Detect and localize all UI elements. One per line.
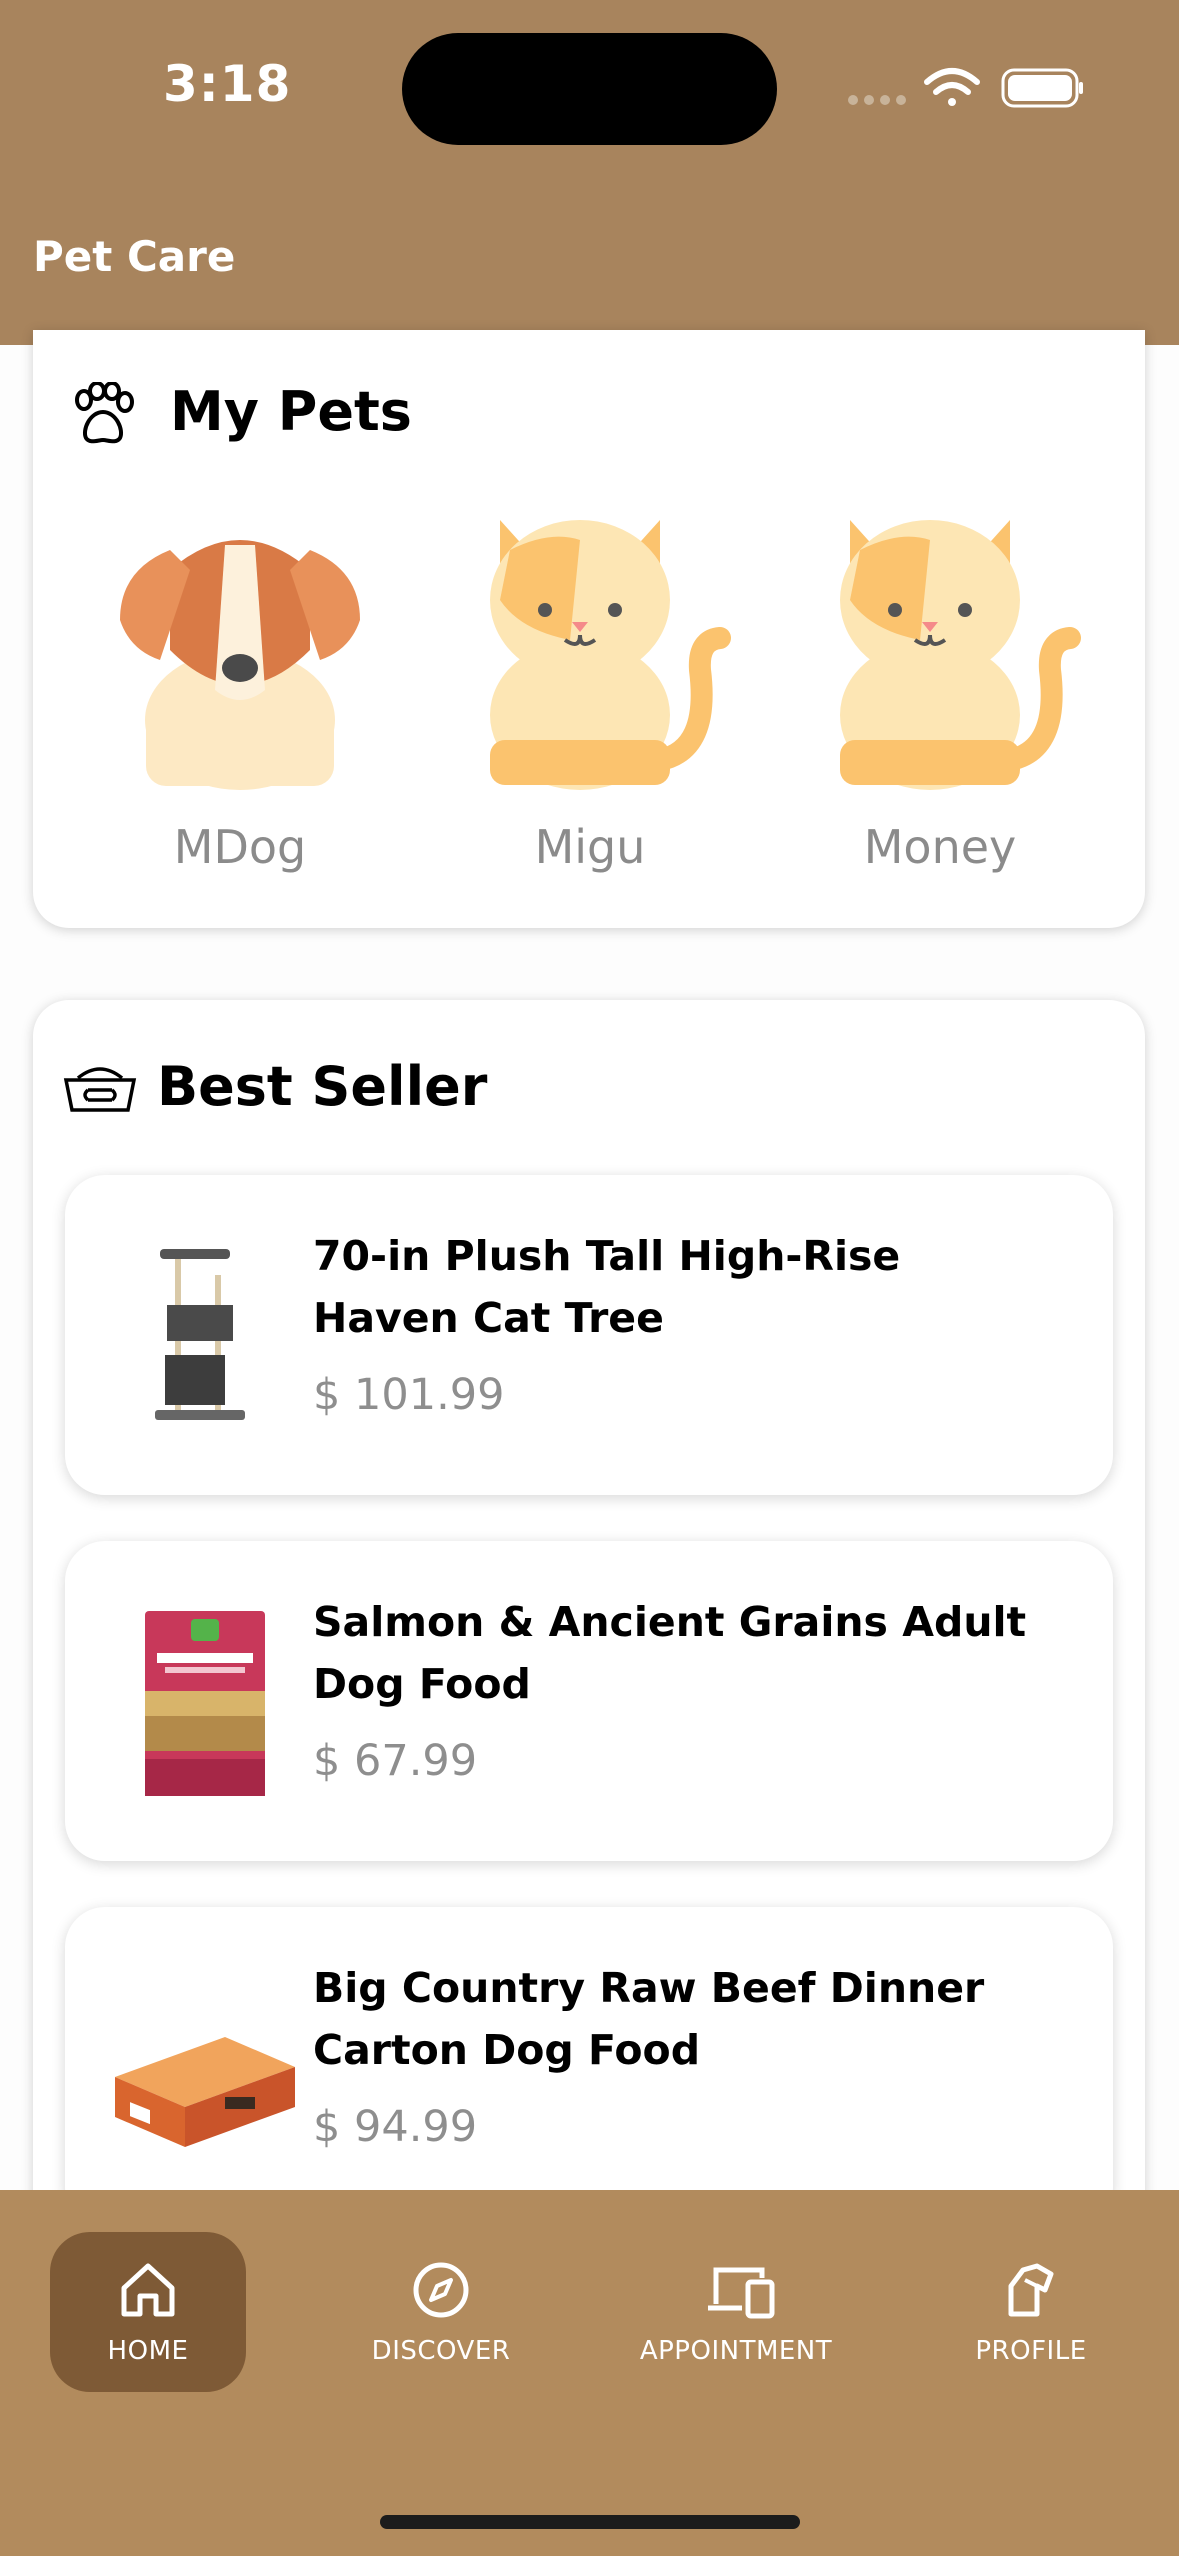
product-card[interactable]: Big Country Raw Beef Dinner Carton Dog F… — [65, 1907, 1113, 2227]
dynamic-island — [402, 33, 777, 145]
home-icon — [121, 2263, 175, 2317]
nav-appointment[interactable]: APPOINTMENT — [638, 2232, 834, 2392]
product-price: $ 101.99 — [313, 1370, 505, 1420]
dog-food-carton-image — [115, 2037, 295, 2147]
wifi-icon — [924, 68, 980, 106]
page-title: Pet Care — [33, 232, 236, 281]
nav-label: PROFILE — [975, 2336, 1087, 2366]
home-indicator — [380, 2515, 800, 2529]
dog-food-bag-image — [145, 1611, 265, 1796]
nav-label: HOME — [107, 2336, 189, 2366]
devices-icon — [708, 2267, 775, 2319]
compass-icon — [413, 2262, 469, 2318]
paw-icon — [75, 382, 134, 444]
product-card[interactable]: 70-in Plush Tall High-Rise Haven Cat Tre… — [65, 1175, 1113, 1495]
food-bowl-icon — [63, 1067, 137, 1112]
dog-icon — [120, 540, 360, 790]
my-pets-title: My Pets — [170, 380, 412, 443]
pet-name: MDog — [173, 820, 307, 874]
battery-icon — [1001, 68, 1083, 108]
pet-item-mdog[interactable]: MDog — [90, 490, 390, 890]
signal-icon — [848, 95, 906, 105]
product-name: Big Country Raw Beef Dinner Carton Dog F… — [313, 1964, 985, 2074]
bottom-navigation: HOME DISCOVER APPOINTMENT PROFILE — [0, 2190, 1179, 2556]
best-seller-title: Best Seller — [157, 1055, 488, 1118]
product-name: Salmon & Ancient Grains Adult Dog Food — [313, 1598, 1027, 1708]
pet-name: Migu — [534, 820, 646, 874]
pet-item-migu[interactable]: Migu — [440, 490, 740, 890]
product-name: 70-in Plush Tall High-Rise Haven Cat Tre… — [313, 1232, 901, 1342]
profile-icon — [1008, 2263, 1054, 2317]
pet-name: Money — [863, 820, 1017, 874]
nav-discover[interactable]: DISCOVER — [343, 2232, 539, 2392]
nav-label: DISCOVER — [371, 2336, 511, 2366]
top-app-bar: 3:18 Pet Care — [0, 0, 1179, 345]
pet-item-money[interactable]: Money — [790, 490, 1090, 890]
product-card[interactable]: Salmon & Ancient Grains Adult Dog Food $… — [65, 1541, 1113, 1861]
nav-label: APPOINTMENT — [639, 2336, 833, 2366]
status-time: 3:18 — [163, 55, 292, 113]
product-price: $ 94.99 — [313, 2102, 478, 2152]
nav-home[interactable]: HOME — [50, 2232, 246, 2392]
cat-tree-image — [155, 1249, 245, 1420]
product-price: $ 67.99 — [313, 1736, 478, 1786]
status-icons — [848, 68, 1083, 108]
cat-icon — [840, 520, 1081, 790]
cat-icon — [490, 520, 731, 790]
nav-profile[interactable]: PROFILE — [933, 2232, 1129, 2392]
